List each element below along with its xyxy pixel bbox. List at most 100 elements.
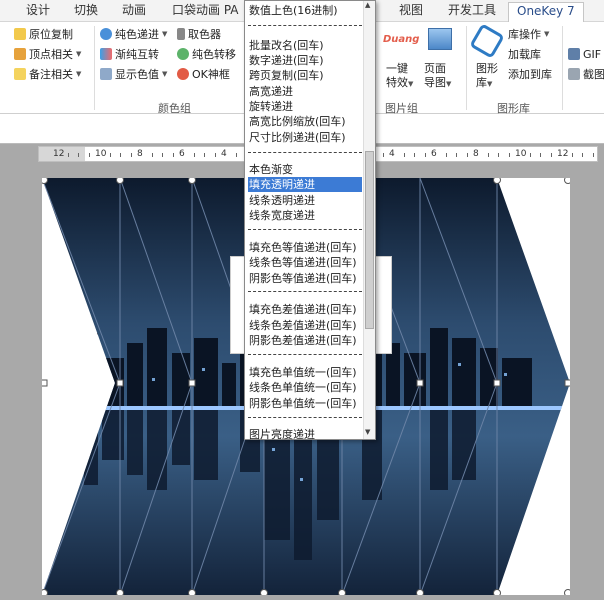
menu-item[interactable]: 填充色差值递进(回车) xyxy=(248,302,362,317)
menu-item[interactable]: 填充透明递进 xyxy=(248,177,362,192)
dropdown-menu: 数值上色(16进制) 批量改名(回车) 数字递进(回车) 跨页复制(回车) 高宽递进 旋转… xyxy=(244,0,376,442)
eyedropper-icon xyxy=(177,28,185,40)
scroll-down-icon[interactable]: ▼ xyxy=(365,428,370,436)
ruler-tick xyxy=(382,153,384,157)
screenshot-button[interactable]: 截图 xyxy=(568,66,604,82)
add-to-library-button[interactable]: 添加到库 xyxy=(508,66,552,82)
ruler-label: 8 xyxy=(473,149,479,159)
scroll-up-icon[interactable]: ▲ xyxy=(365,1,370,9)
ruler-tick xyxy=(88,153,90,157)
ruler-tick xyxy=(151,153,153,157)
shape-library-button[interactable]: 图形 库▼ xyxy=(476,62,498,91)
ruler-label: 4 xyxy=(389,149,395,159)
divider xyxy=(562,26,563,110)
ruler-label: 6 xyxy=(431,149,437,159)
ruler-tick xyxy=(130,153,132,157)
ruler-tick xyxy=(466,153,468,157)
ruler-tick xyxy=(403,153,405,157)
ruler-tick xyxy=(67,153,69,157)
menu-item[interactable]: 批量改名(回车) xyxy=(248,38,362,53)
tab-transitions[interactable]: 切换 xyxy=(74,2,98,20)
ruler-tick xyxy=(571,153,573,157)
menu-item[interactable]: 填充色等值递进(回车) xyxy=(248,240,362,255)
chevron-down-icon: ▼ xyxy=(162,70,168,78)
menu-item[interactable]: 尺寸比例递进(回车) xyxy=(248,130,362,145)
ruler-tick xyxy=(109,153,111,157)
chevron-down-icon: ▼ xyxy=(76,50,82,58)
vertex-icon xyxy=(14,48,26,60)
tab-onekey[interactable]: OneKey 7 xyxy=(508,2,584,23)
page-export-icon xyxy=(428,28,452,50)
menu-separator xyxy=(248,291,362,292)
rgb-icon xyxy=(100,68,112,80)
ruler-tick xyxy=(540,153,541,157)
ok-box-button[interactable]: OK神框 xyxy=(177,66,230,82)
solid-color-progress-button[interactable]: 纯色递进 ▼ xyxy=(100,26,167,42)
menu-item[interactable]: 跨页复制(回车) xyxy=(248,68,362,83)
ruler-tick xyxy=(204,153,205,157)
menu-item[interactable]: 本色渐变 xyxy=(248,162,362,177)
menu-item[interactable]: 线条透明递进 xyxy=(248,193,362,208)
tab-developer[interactable]: 开发工具 xyxy=(448,2,496,20)
ruler-tick xyxy=(162,153,163,157)
notes-button[interactable]: 备注相关 ▼ xyxy=(14,66,81,82)
solid-color-transfer-button[interactable]: 纯色转移 xyxy=(177,46,236,62)
menu-item[interactable]: 阴影色单值统一(回车) xyxy=(248,396,362,411)
menu-item[interactable]: 高宽比例缩放(回车) xyxy=(248,114,362,129)
color-picker-button[interactable]: 取色器 xyxy=(177,26,221,42)
ruler-tick xyxy=(120,153,121,157)
menu-item[interactable]: 旋转递进 xyxy=(248,99,362,114)
gif-icon xyxy=(568,48,580,60)
screenshot-icon xyxy=(568,68,580,80)
menu-item[interactable]: 线条色差值递进(回车) xyxy=(248,318,362,333)
scrollbar-thumb[interactable] xyxy=(365,151,374,329)
tab-view[interactable]: 视图 xyxy=(399,2,423,20)
shape-library-icon xyxy=(469,23,505,59)
menu-item[interactable]: 数字递进(回车) xyxy=(248,53,362,68)
menu-item[interactable]: 线条宽度递进 xyxy=(248,208,362,223)
menu-item[interactable]: 高宽递进 xyxy=(248,84,362,99)
menu-separator xyxy=(248,25,362,26)
library-ops-button[interactable]: 库操作 ▼ xyxy=(508,26,549,42)
ruler-label: 12 xyxy=(53,149,65,159)
ruler-tick xyxy=(235,153,237,157)
gradient-solid-toggle-button[interactable]: 渐纯互转 xyxy=(100,46,159,62)
show-color-value-button[interactable]: 显示色值 ▼ xyxy=(100,66,167,82)
load-library-button[interactable]: 加载库 xyxy=(508,46,541,62)
menu-item[interactable]: 填充色单值统一(回车) xyxy=(248,365,362,380)
gif-button[interactable]: GIF xyxy=(568,46,601,62)
menu-separator xyxy=(248,229,362,230)
ruler-label: 6 xyxy=(179,149,185,159)
vertex-button[interactable]: 顶点相关 ▼ xyxy=(14,46,81,62)
menu-item[interactable]: 图片亮度递进 xyxy=(248,427,362,442)
menu-scrollbar[interactable]: ▲ ▼ xyxy=(363,1,375,439)
inplace-copy-button[interactable]: 原位复制 xyxy=(14,26,73,42)
ruler-tick xyxy=(529,153,531,157)
menu-item[interactable]: 阴影色等值递进(回车) xyxy=(248,271,362,286)
ruler-tick xyxy=(592,153,594,157)
ruler-tick xyxy=(424,153,426,157)
menu-item[interactable]: 数值上色(16进制) xyxy=(248,3,362,18)
ok-icon xyxy=(177,68,189,80)
ruler-label: 4 xyxy=(221,149,227,159)
menu-item[interactable]: 线条色单值统一(回车) xyxy=(248,380,362,395)
ruler-label: 10 xyxy=(515,149,527,159)
gradient-icon xyxy=(100,48,112,60)
ruler-label: 10 xyxy=(95,149,107,159)
palette-icon xyxy=(100,28,112,40)
chevron-down-icon: ▼ xyxy=(487,80,493,88)
tab-design[interactable]: 设计 xyxy=(26,2,50,20)
ruler-tick xyxy=(414,153,415,157)
menu-item[interactable]: 阴影色差值递进(回车) xyxy=(248,333,362,348)
ruler-tick xyxy=(445,153,447,157)
chevron-down-icon: ▼ xyxy=(76,70,82,78)
page-export-button[interactable]: 页面 导图▼ xyxy=(424,62,451,91)
ruler-tick xyxy=(193,153,195,157)
tab-pocket-animation[interactable]: 口袋动画 PA xyxy=(172,2,239,20)
chevron-down-icon: ▼ xyxy=(544,30,550,38)
ruler-tick xyxy=(456,153,457,157)
tab-animations[interactable]: 动画 xyxy=(122,2,146,20)
transfer-icon xyxy=(177,48,189,60)
onekey-effect-button[interactable]: 一键 特效▼ xyxy=(386,62,413,91)
menu-item[interactable]: 线条色等值递进(回车) xyxy=(248,255,362,270)
